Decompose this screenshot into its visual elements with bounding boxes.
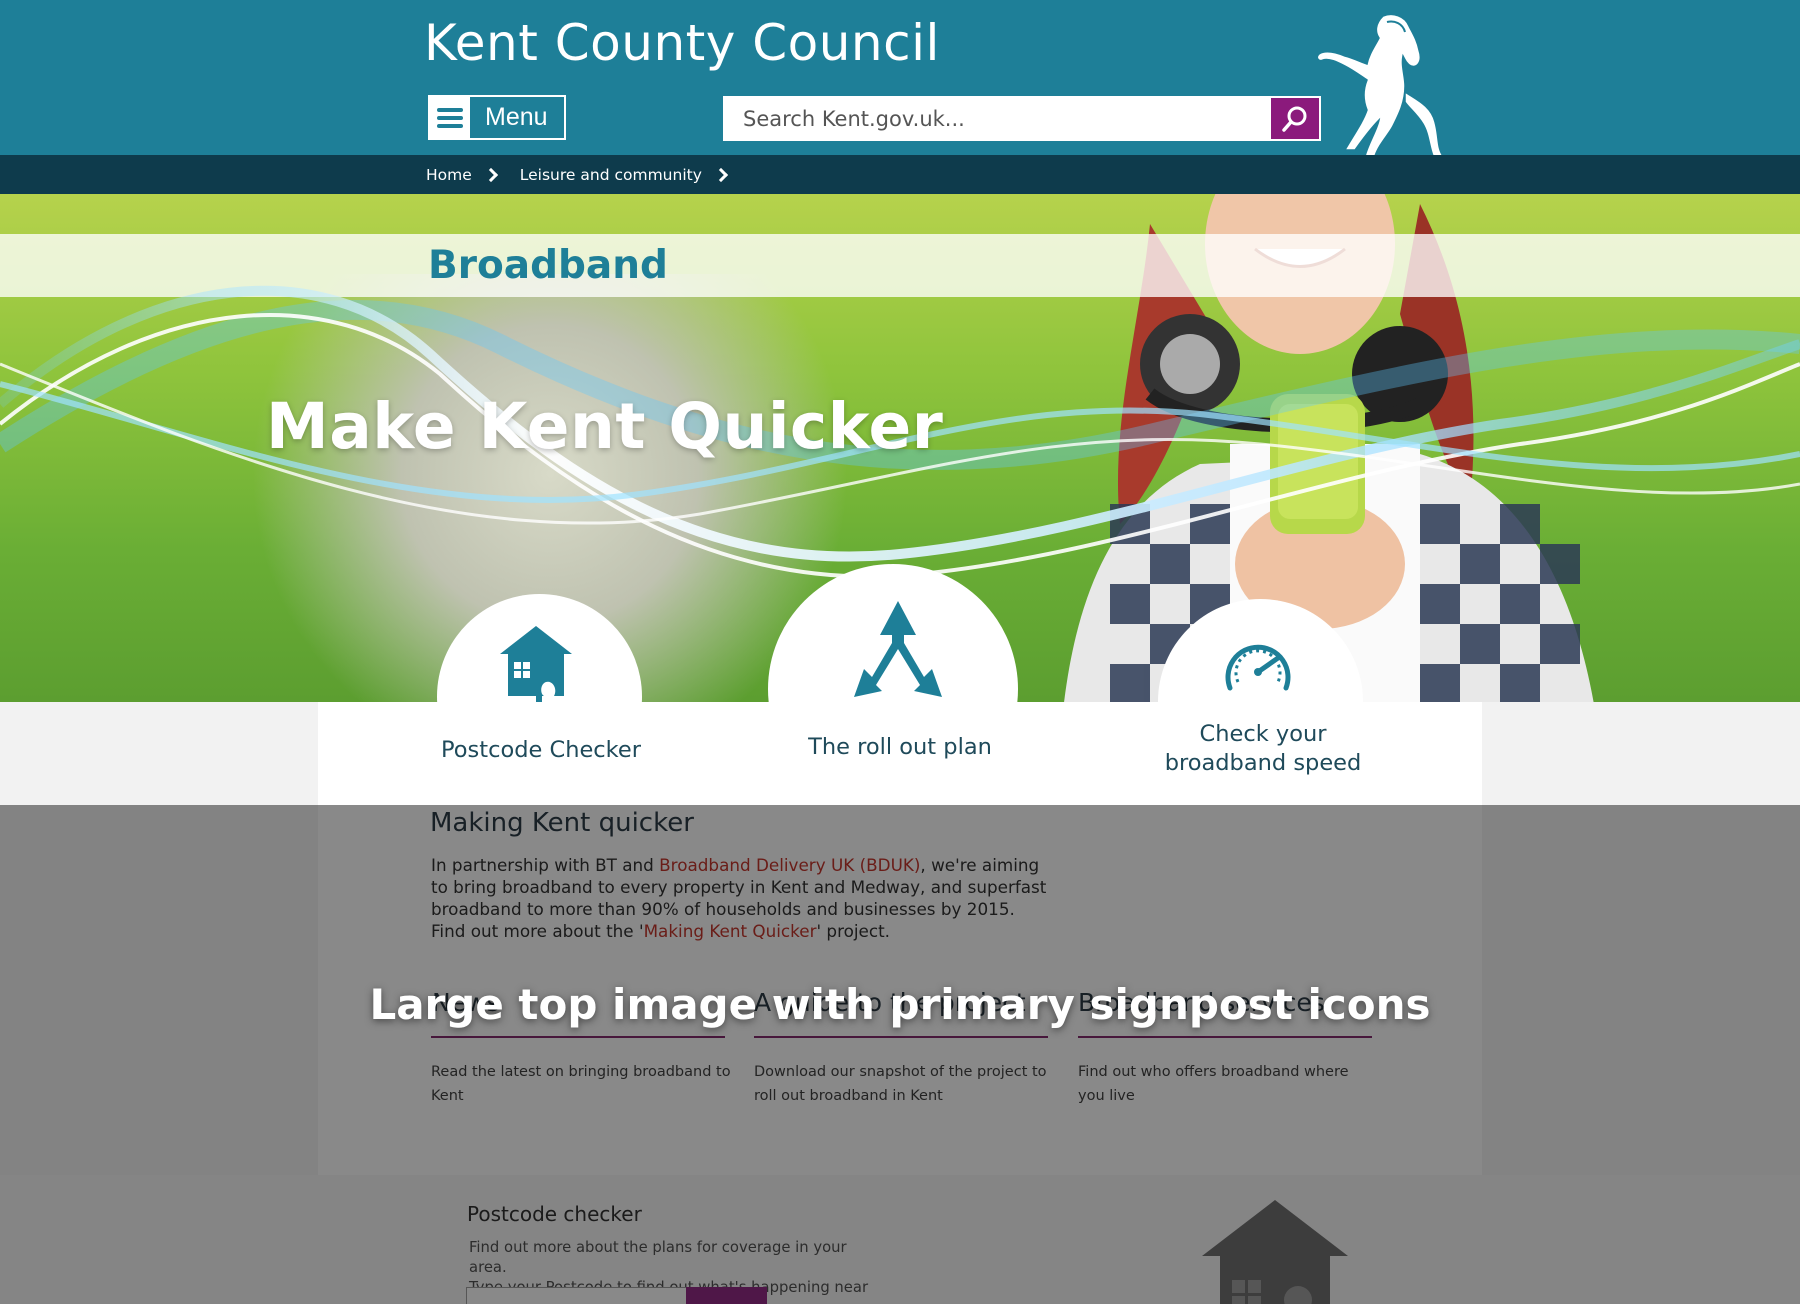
signpost-postcode-checker[interactable]: Postcode Checker	[418, 736, 664, 765]
services-text: Find out who offers broadband where you …	[1078, 1064, 1349, 1104]
bduk-link[interactable]: Broadband Delivery UK (BDUK)	[659, 855, 920, 875]
chevron-right-icon	[713, 167, 728, 182]
postcode-checker-line1: Find out more about the plans for covera…	[469, 1239, 847, 1276]
split-arrows-icon[interactable]	[850, 599, 946, 699]
breadcrumb-home[interactable]: Home	[426, 166, 472, 184]
breadcrumb-bar: Home Leisure and community	[0, 155, 1800, 194]
divider	[754, 1036, 1048, 1038]
news-text: Read the latest on bringing broadband to…	[431, 1064, 731, 1104]
postcode-checker-heading: Postcode checker	[467, 1202, 642, 1226]
intro-text: ' project.	[816, 921, 890, 941]
search-bar	[723, 96, 1321, 141]
intro-paragraph: In partnership with BT and Broadband Del…	[431, 854, 1051, 942]
signpost-roll-out-plan[interactable]: The roll out plan	[780, 733, 1020, 762]
breadcrumb: Home Leisure and community	[426, 155, 750, 194]
annotation-caption: Large top image with primary signpost ic…	[369, 980, 1431, 1029]
making-kent-quicker-link[interactable]: Making Kent Quicker	[644, 921, 817, 941]
divider	[1078, 1036, 1372, 1038]
house-icon	[1202, 1200, 1348, 1304]
house-jigsaw-icon[interactable]	[498, 624, 574, 702]
hero-banner: Broadband Make Kent Quicker	[0, 194, 1800, 702]
hero-heading: Make Kent Quicker	[266, 390, 944, 463]
search-input[interactable]	[723, 96, 1269, 141]
postcode-input[interactable]	[466, 1287, 688, 1304]
signpost-check-speed-line2: broadband speed	[1164, 750, 1362, 776]
site-title[interactable]: Kent County Council	[424, 14, 940, 72]
site-header: Kent County Council Menu	[0, 0, 1800, 158]
signpost-check-speed-line1: Check your	[1199, 721, 1327, 747]
breadcrumb-leisure[interactable]: Leisure and community	[520, 166, 702, 184]
invicta-horse-logo[interactable]	[1305, 10, 1455, 158]
guide-text: Download our snapshot of the project to …	[754, 1064, 1047, 1104]
intro-text: In partnership with BT and	[431, 855, 660, 875]
menu-label: Menu	[485, 103, 548, 131]
signpost-check-speed[interactable]: Check your broadband speed	[1140, 720, 1386, 778]
speedometer-icon[interactable]	[1222, 628, 1294, 694]
hamburger-icon	[430, 97, 470, 138]
menu-button[interactable]: Menu	[428, 95, 566, 140]
chevron-right-icon	[483, 167, 498, 182]
postcode-submit-button[interactable]	[686, 1287, 767, 1304]
divider	[431, 1036, 725, 1038]
section-heading: Making Kent quicker	[430, 808, 694, 838]
postcode-checker-section	[0, 1175, 1800, 1304]
